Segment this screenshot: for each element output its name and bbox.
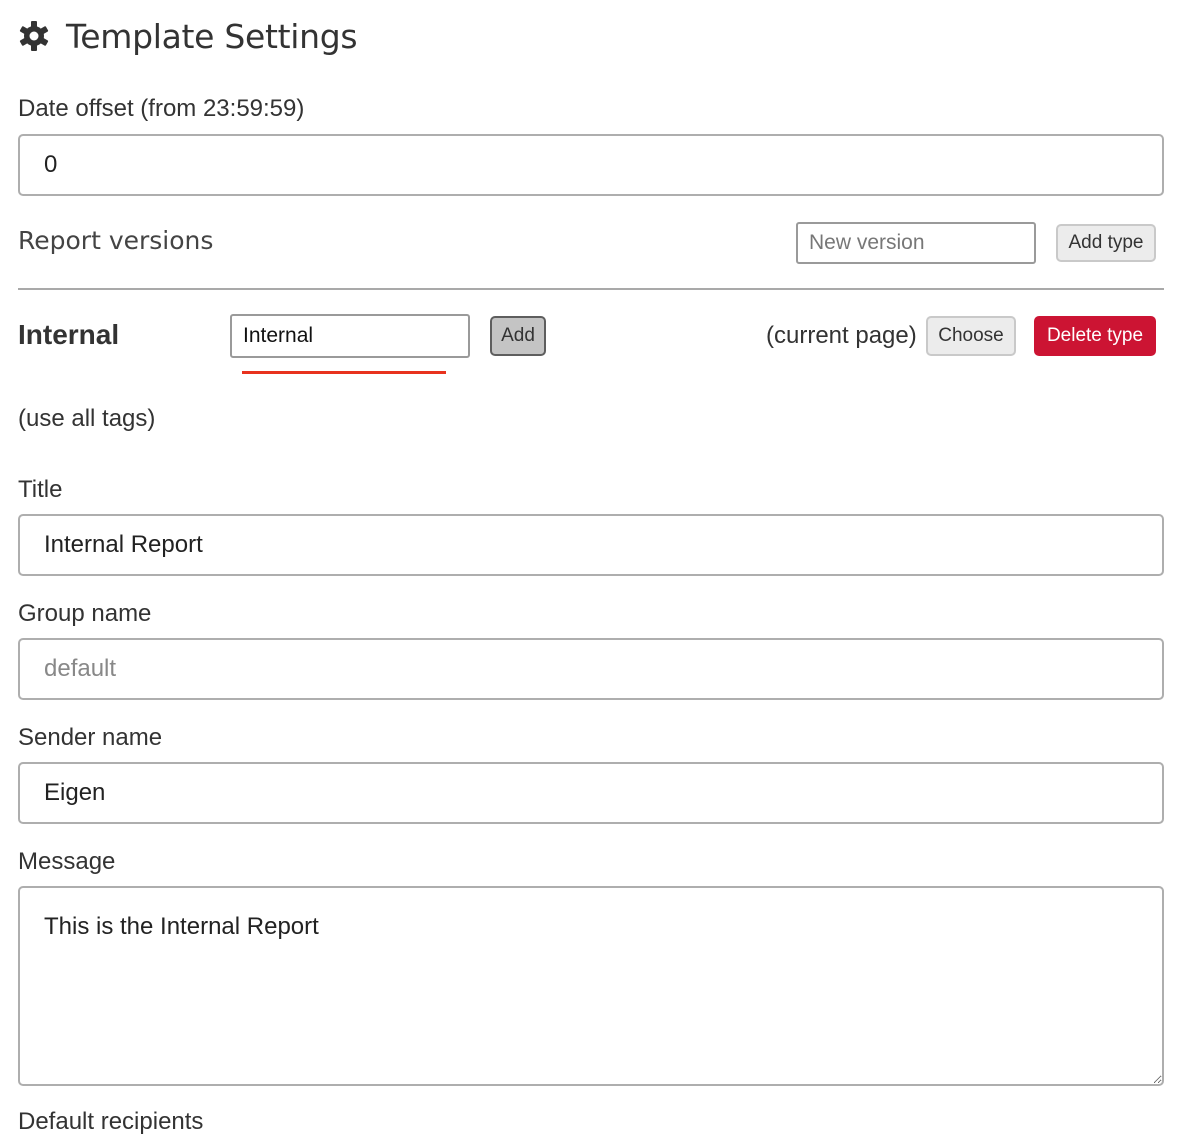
group-name-label: Group name	[18, 600, 152, 627]
gear-icon	[18, 20, 50, 52]
version-name-input[interactable]	[230, 314, 470, 358]
new-version-input[interactable]	[796, 222, 1036, 264]
default-recipients-label: Default recipients	[18, 1108, 204, 1135]
sender-name-input[interactable]	[18, 762, 1164, 824]
date-offset-input[interactable]	[18, 134, 1164, 196]
current-page-label: (current page)	[766, 322, 917, 349]
tags-note: (use all tags)	[18, 405, 156, 432]
page-title: Template Settings	[66, 16, 358, 56]
group-name-input[interactable]	[18, 638, 1164, 700]
report-versions-heading: Report versions	[18, 226, 214, 255]
title-label: Title	[18, 476, 63, 503]
message-textarea[interactable]: This is the Internal Report	[18, 886, 1164, 1086]
divider	[18, 288, 1164, 290]
add-button[interactable]: Add	[490, 316, 546, 356]
add-type-button[interactable]: Add type	[1056, 224, 1156, 262]
message-label: Message	[18, 848, 116, 875]
version-name: Internal	[18, 319, 120, 350]
title-input[interactable]	[18, 514, 1164, 576]
template-settings-page: Template Settings Date offset (from 23:5…	[18, 0, 1164, 1146]
delete-type-button[interactable]: Delete type	[1034, 316, 1156, 356]
sender-name-label: Sender name	[18, 724, 163, 751]
version-input-wrapper	[230, 314, 470, 358]
choose-button[interactable]: Choose	[926, 316, 1016, 356]
page-header: Template Settings	[18, 14, 358, 58]
spellcheck-underline	[242, 371, 446, 374]
date-offset-label: Date offset (from 23:59:59)	[18, 95, 305, 122]
